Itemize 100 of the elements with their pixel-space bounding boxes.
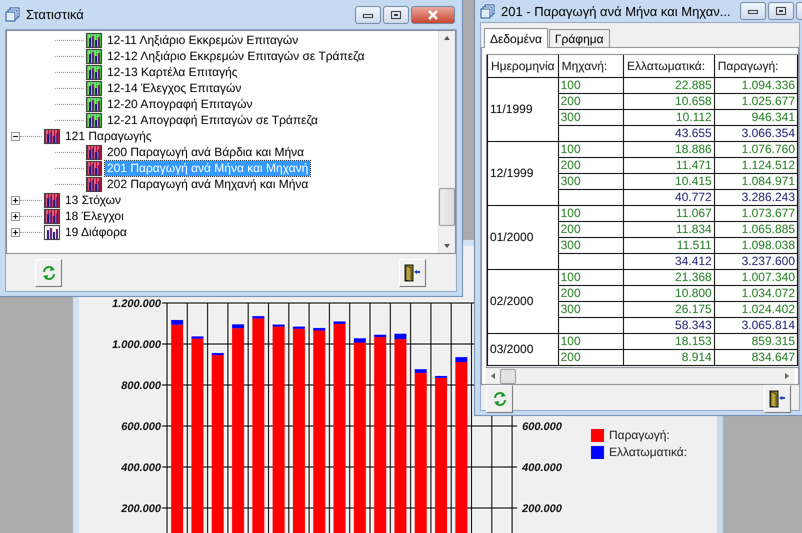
defects-bar [334, 321, 346, 324]
table-cell: 34.412 [624, 254, 714, 270]
table-cell: 43.655 [624, 126, 714, 142]
defects-bar [292, 326, 305, 329]
exit-button[interactable] [399, 258, 426, 286]
chart-icon [86, 48, 102, 64]
maximize-button[interactable] [383, 6, 409, 24]
expander-toggle[interactable] [11, 132, 20, 140]
defects-bar [414, 369, 427, 373]
table-cell: 58.343 [624, 318, 714, 334]
y-axis-label: 400.000 [121, 462, 161, 474]
close-button[interactable] [411, 6, 455, 24]
tree-item[interactable]: 19 Διάφορα [63, 224, 129, 240]
table-cell: 1.034.072 [714, 286, 798, 302]
chart-icon [86, 144, 102, 160]
defects-bar [232, 324, 244, 328]
defects-bar [374, 334, 386, 338]
tree-item[interactable]: 12-12 Ληξιάριο Εκκρεμών Επιταγών σε Τράπεζα [105, 48, 367, 64]
table-cell: 859.315 [714, 334, 798, 350]
table-cell: 11.067 [624, 206, 714, 222]
minimize-button[interactable] [740, 2, 766, 20]
chart-icon [86, 32, 102, 48]
tab[interactable]: Δεδομένα [484, 28, 548, 48]
chart-icon [86, 112, 102, 128]
refresh-button[interactable] [35, 258, 62, 286]
defects-bar [212, 353, 224, 356]
table-cell: 18.886 [624, 142, 714, 158]
maximize-icon [391, 10, 401, 18]
column-header: Παραγωγή: [714, 55, 798, 78]
table-cell: 100 [558, 206, 624, 222]
table-cell: 1.084.971 [714, 174, 798, 190]
expander-toggle[interactable] [11, 228, 20, 236]
table-cell: 100 [558, 142, 624, 158]
table-cell: 3.286.243 [714, 190, 798, 206]
window-title: Στατιστικά [26, 7, 85, 22]
tree-item[interactable]: 121 Παραγωγής [63, 128, 154, 144]
defects-bar [313, 328, 326, 330]
table-cell: 10.800 [624, 286, 714, 302]
table-cell: 3.237.600 [714, 254, 798, 270]
tree-item[interactable]: 200 Παραγωγή ανά Βάρδια και Μήνα [105, 144, 306, 160]
table-cell: 1.065.885 [714, 222, 798, 238]
table-cell: 11.471 [624, 158, 714, 174]
chart-icon [44, 192, 60, 208]
exit-button[interactable] [764, 385, 791, 413]
tree-item[interactable]: 202 Παραγωγή ανά Μηχανή και Μήνα [105, 176, 310, 192]
table-cell: 100 [558, 334, 624, 350]
table-cell: 1.098.038 [714, 238, 798, 254]
defects-bar [354, 338, 366, 343]
table-cell: 200 [558, 158, 624, 174]
table-cell: 02/2000 [488, 270, 558, 334]
tab[interactable]: Γράφημα [548, 29, 610, 47]
tree-item[interactable]: 12-21 Απογραφή Επιταγών σε Τράπεζα [105, 112, 320, 128]
y-axis-label: 1.200.000 [112, 298, 161, 310]
chart-icon [44, 208, 60, 224]
maximize-button[interactable] [768, 2, 794, 20]
tree-item[interactable]: 13 Στόχων [63, 192, 123, 208]
exit-door-icon [769, 390, 786, 408]
expander-toggle[interactable] [11, 212, 20, 220]
window-title: 201 - Παραγωγή ανά Μήνα και Μηχαν... [501, 4, 732, 18]
y-axis-label: 400.000 [522, 462, 562, 474]
table-cell: 834.647 [714, 350, 798, 366]
table-cell: 1.007.340 [714, 270, 798, 286]
y-axis-label: 600.000 [522, 421, 562, 433]
table-cell: 40.772 [624, 190, 714, 206]
refresh-button[interactable] [486, 385, 513, 413]
scroll-left-arrow-icon[interactable] [490, 372, 496, 380]
chart-icon [86, 96, 102, 112]
table-cell: 300 [558, 110, 624, 126]
table-cell: 300 [558, 238, 624, 254]
plus-icon [12, 212, 19, 220]
table-cell: 300 [558, 302, 624, 318]
table-cell: 300 [558, 174, 624, 190]
table-cell: 22.885 [624, 78, 714, 94]
scroll-right-arrow-icon[interactable] [784, 372, 790, 380]
table-cell: 3.066.354 [714, 126, 798, 142]
tree-item[interactable]: 12-13 Καρτέλα Επιταγής [105, 64, 240, 80]
expander-toggle[interactable] [11, 196, 20, 204]
tree-item[interactable]: 12-20 Απογραφή Επιταγών [105, 96, 255, 112]
table-cell: 1.076.760 [714, 142, 798, 158]
tree-item[interactable]: 18 Έλεγχοι [63, 208, 126, 224]
windows-icon [480, 4, 495, 18]
table-cell: 200 [558, 94, 624, 110]
table-cell: 1.124.512 [714, 158, 798, 174]
table-cell: 1.024.402 [714, 302, 798, 318]
tree-item[interactable]: 12-11 Ληξιάριο Εκκρεμών Επιταγών [105, 32, 300, 48]
table-cell: 10.112 [624, 110, 714, 126]
refresh-icon [40, 264, 56, 280]
defects-bar [455, 357, 468, 362]
refresh-icon [492, 391, 508, 407]
scroll-thumb[interactable] [500, 368, 516, 384]
tree-item[interactable]: 12-14 Έλεγχος Επιταγών [105, 80, 244, 96]
table-cell: 12/1999 [488, 142, 558, 206]
scroll-thumb[interactable] [439, 188, 455, 226]
horizontal-scrollbar[interactable] [486, 368, 794, 384]
vertical-scrollbar[interactable] [438, 31, 455, 253]
table-cell: 1.094.336 [714, 78, 798, 94]
table-cell: 100 [558, 78, 624, 94]
defects-bar [171, 320, 184, 325]
defects-bar [394, 334, 406, 340]
minimize-button[interactable] [355, 6, 381, 24]
